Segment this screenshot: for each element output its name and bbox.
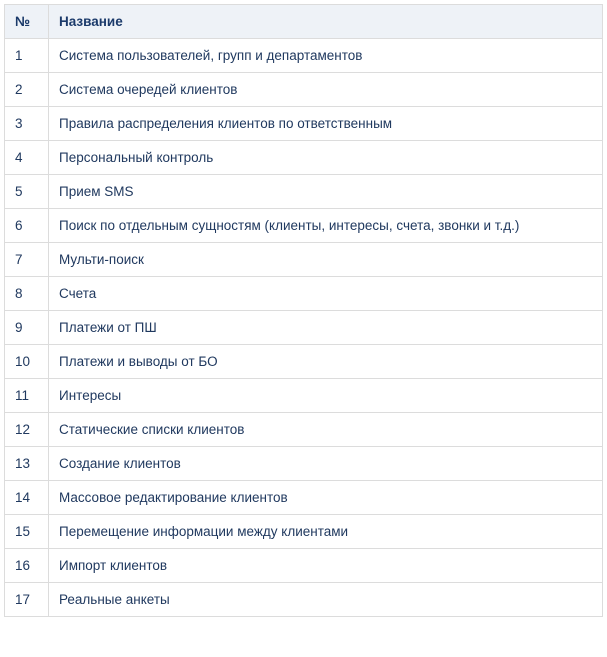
cell-num: 1: [5, 39, 49, 73]
cell-num: 11: [5, 379, 49, 413]
table-row: 8Счета: [5, 277, 603, 311]
table-row: 7Мульти-поиск: [5, 243, 603, 277]
cell-num: 15: [5, 515, 49, 549]
table-row: 12Статические списки клиентов: [5, 413, 603, 447]
table-row: 3Правила распределения клиентов по ответ…: [5, 107, 603, 141]
table-row: 17Реальные анкеты: [5, 583, 603, 617]
cell-name: Мульти-поиск: [49, 243, 603, 277]
table-row: 15Перемещение информации между клиентами: [5, 515, 603, 549]
cell-num: 6: [5, 209, 49, 243]
cell-num: 8: [5, 277, 49, 311]
table-row: 11Интересы: [5, 379, 603, 413]
table-row: 5Прием SMS: [5, 175, 603, 209]
cell-num: 7: [5, 243, 49, 277]
cell-name: Платежи и выводы от БО: [49, 345, 603, 379]
table-row: 2Система очередей клиентов: [5, 73, 603, 107]
cell-num: 14: [5, 481, 49, 515]
column-header-name: Название: [49, 5, 603, 39]
table-row: 10Платежи и выводы от БО: [5, 345, 603, 379]
cell-num: 17: [5, 583, 49, 617]
cell-num: 4: [5, 141, 49, 175]
table-row: 6Поиск по отдельным сущностям (клиенты, …: [5, 209, 603, 243]
cell-name: Реальные анкеты: [49, 583, 603, 617]
table-row: 16Импорт клиентов: [5, 549, 603, 583]
table-row: 14Массовое редактирование клиентов: [5, 481, 603, 515]
cell-name: Перемещение информации между клиентами: [49, 515, 603, 549]
column-header-num: №: [5, 5, 49, 39]
cell-name: Счета: [49, 277, 603, 311]
cell-name: Персональный контроль: [49, 141, 603, 175]
cell-name: Система очередей клиентов: [49, 73, 603, 107]
cell-name: Прием SMS: [49, 175, 603, 209]
cell-num: 3: [5, 107, 49, 141]
cell-name: Поиск по отдельным сущностям (клиенты, и…: [49, 209, 603, 243]
cell-name: Статические списки клиентов: [49, 413, 603, 447]
cell-name: Правила распределения клиентов по ответс…: [49, 107, 603, 141]
cell-name: Импорт клиентов: [49, 549, 603, 583]
cell-name: Создание клиентов: [49, 447, 603, 481]
table-body: 1Система пользователей, групп и департам…: [5, 39, 603, 617]
table-row: 9Платежи от ПШ: [5, 311, 603, 345]
cell-num: 2: [5, 73, 49, 107]
cell-num: 16: [5, 549, 49, 583]
cell-num: 5: [5, 175, 49, 209]
table-row: 4Персональный контроль: [5, 141, 603, 175]
cell-name: Система пользователей, групп и департаме…: [49, 39, 603, 73]
table-header-row: № Название: [5, 5, 603, 39]
table-row: 13Создание клиентов: [5, 447, 603, 481]
cell-num: 13: [5, 447, 49, 481]
table-row: 1Система пользователей, групп и департам…: [5, 39, 603, 73]
cell-name: Массовое редактирование клиентов: [49, 481, 603, 515]
cell-num: 10: [5, 345, 49, 379]
cell-name: Интересы: [49, 379, 603, 413]
cell-num: 9: [5, 311, 49, 345]
cell-name: Платежи от ПШ: [49, 311, 603, 345]
features-table: № Название 1Система пользователей, групп…: [4, 4, 603, 617]
cell-num: 12: [5, 413, 49, 447]
